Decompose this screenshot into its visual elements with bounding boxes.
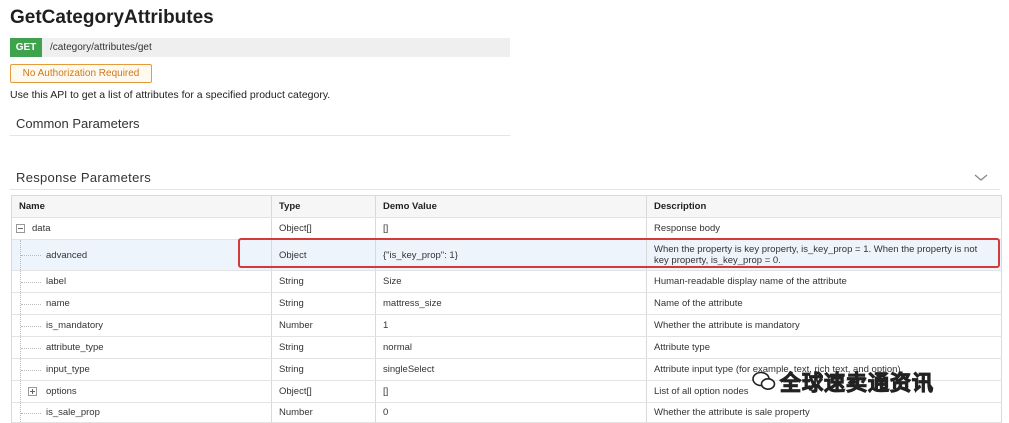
page-title: GetCategoryAttributes [10,7,214,28]
wechat-icon [752,371,776,390]
row-demo-cell: [] [376,218,647,239]
row-description-cell: Whether the attribute is sale property [647,403,1002,422]
row-demo-cell: singleSelect [376,359,647,380]
api-description: Use this API to get a list of attributes… [10,89,331,101]
column-header-name: Name [12,196,272,217]
row-type-cell: Number [272,315,376,336]
row-demo-cell: normal [376,337,647,358]
row-name-cell: is_sale_prop [12,403,272,422]
row-description-cell: Name of the attribute [647,293,1002,314]
row-type-cell: String [272,293,376,314]
row-description-cell: Response body [647,218,1002,239]
expand-plus-icon[interactable] [28,387,37,396]
row-name-cell: label [12,271,272,292]
table-row: is_sale_prop Number 0 Whether the attrib… [12,403,1002,423]
row-type-cell: Number [272,403,376,422]
row-description-cell: Whether the attribute is mandatory [647,315,1002,336]
row-description-cell: Human-readable display name of the attri… [647,271,1002,292]
chevron-down-icon[interactable] [974,172,988,182]
section-response-parameters[interactable]: Response Parameters [16,170,151,185]
table-row: advanced Object {"is_key_prop": 1} When … [12,240,1002,271]
row-demo-cell: 1 [376,315,647,336]
row-demo-cell: Size [376,271,647,292]
column-header-type: Type [272,196,376,217]
divider [10,189,1000,190]
table-row: is_mandatory Number 1 Whether the attrib… [12,315,1002,337]
row-name-cell: name [12,293,272,314]
row-type-cell: String [272,271,376,292]
column-header-description: Description [647,196,1002,217]
row-description-cell: When the property is key property, is_ke… [647,240,1002,270]
column-header-demo-value: Demo Value [376,196,647,217]
table-header-row: Name Type Demo Value Description [12,196,1002,218]
section-common-parameters[interactable]: Common Parameters [16,116,140,131]
row-name-cell: attribute_type [12,337,272,358]
row-type-cell: Object[] [272,381,376,402]
table-row: label String Size Human-readable display… [12,271,1002,293]
row-type-cell: Object [272,240,376,270]
watermark-text: 全球速卖通资讯 [780,371,934,396]
row-name-cell: is_mandatory [12,315,272,336]
http-method-badge: GET [10,38,42,57]
row-name-cell: data [12,218,272,239]
endpoint-bar: GET /category/attributes/get [10,38,510,57]
table-row: attribute_type String normal Attribute t… [12,337,1002,359]
table-row: name String mattress_size Name of the at… [12,293,1002,315]
auth-badge: No Authorization Required [10,64,152,83]
divider [10,135,510,136]
row-description-cell: Attribute type [647,337,1002,358]
row-name-cell: input_type [12,359,272,380]
collapse-minus-icon[interactable] [16,224,25,233]
row-demo-cell: [] [376,381,647,402]
row-type-cell: Object[] [272,218,376,239]
table-row: data Object[] [] Response body [12,218,1002,240]
row-demo-cell: {"is_key_prop": 1} [376,240,647,270]
row-demo-cell: mattress_size [376,293,647,314]
row-name-cell: options [12,381,272,402]
row-demo-cell: 0 [376,403,647,422]
row-type-cell: String [272,359,376,380]
endpoint-path: /category/attributes/get [50,42,152,53]
row-name-cell: advanced [12,240,272,270]
row-type-cell: String [272,337,376,358]
